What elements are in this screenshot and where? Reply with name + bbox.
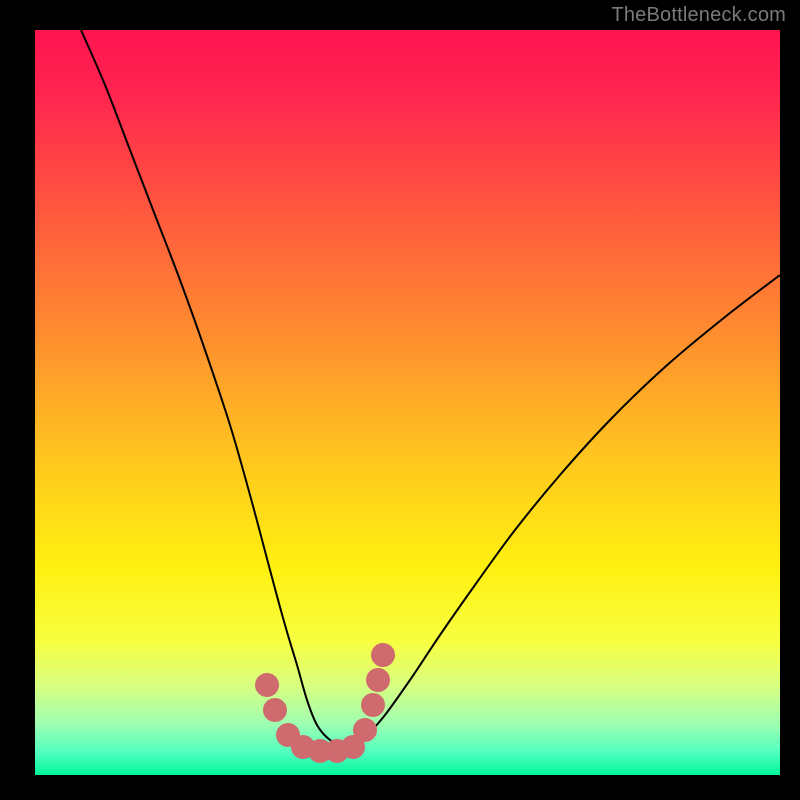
watermark-text: TheBottleneck.com xyxy=(611,4,786,27)
highlight-markers xyxy=(255,643,395,763)
marker-dot xyxy=(361,693,385,717)
marker-dot xyxy=(255,673,279,697)
marker-dot xyxy=(366,668,390,692)
bottleneck-curve xyxy=(81,30,780,745)
marker-dot xyxy=(353,718,377,742)
chart-frame: TheBottleneck.com xyxy=(0,0,800,800)
marker-dot xyxy=(263,698,287,722)
curve-layer xyxy=(35,30,780,775)
plot-area xyxy=(35,30,780,775)
marker-dot xyxy=(371,643,395,667)
